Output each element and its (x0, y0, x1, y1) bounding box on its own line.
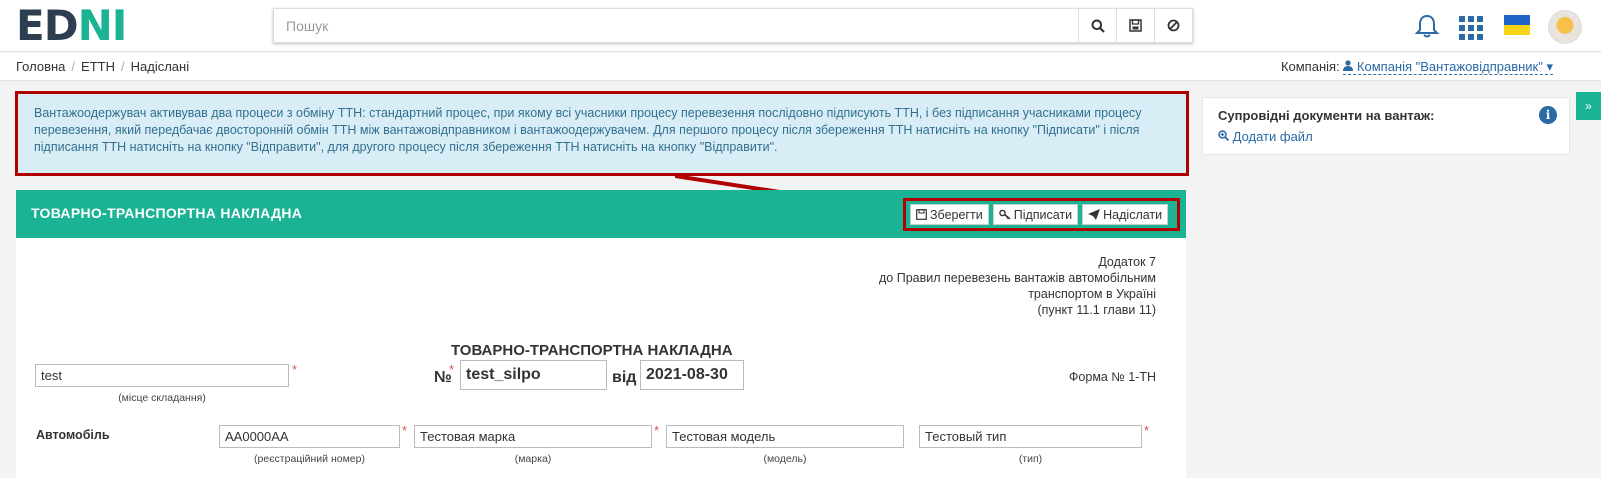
document-panel: ТОВАРНО-ТРАНСПОРТНА НАКЛАДНА Зберегти Пі… (16, 190, 1186, 478)
avatar[interactable] (1548, 10, 1582, 44)
document-body: Додаток 7 до Правил перевезень вантажів … (16, 238, 1186, 478)
vehicle-model-caption: (модель) (763, 453, 807, 465)
breadcrumb-home[interactable]: Головна (16, 59, 65, 74)
accompanying-docs-card: Супровідні документи на вантаж: Додати ф… (1202, 97, 1570, 155)
edin-logo[interactable]: EDNI (16, 5, 127, 47)
save-search-button[interactable] (1116, 9, 1154, 42)
side-panel-toggle[interactable]: » (1576, 92, 1601, 120)
form-number: Форма № 1-ТН (1068, 370, 1156, 384)
place-input[interactable]: test (35, 364, 289, 387)
vehicle-brand-caption: (марка) (514, 453, 552, 465)
breadcrumb: Головна / ЕТТН / Надіслані (16, 59, 190, 74)
vehicle-reg-caption: (реєстраційний номер) (254, 453, 365, 465)
number-input[interactable]: test_silpo (460, 360, 607, 390)
breadcrumb-ettn[interactable]: ЕТТН (81, 59, 115, 74)
zoom-in-icon (1218, 130, 1230, 142)
send-button[interactable]: Надіслати (1082, 204, 1169, 225)
paper-plane-icon (1088, 209, 1101, 220)
save-icon (1129, 19, 1142, 32)
required-mark: * (654, 423, 660, 438)
breadcrumb-bar: Головна / ЕТТН / Надіслані Компанія: Компані… (0, 53, 1601, 81)
caret-down-icon: ▾ (1546, 59, 1553, 74)
add-file-link[interactable]: Додати файл (1218, 129, 1313, 144)
date-label: від (612, 369, 637, 386)
required-mark: * (402, 423, 408, 438)
search-button[interactable] (1078, 9, 1116, 42)
search-input[interactable] (274, 9, 1078, 42)
ban-icon (1167, 19, 1180, 32)
accompanying-docs-title: Супровідні документи на вантаж: (1218, 108, 1435, 123)
vehicle-type-caption: (тип) (1018, 453, 1043, 465)
vehicle-type-input[interactable]: Тестовый тип (919, 425, 1142, 448)
annex-note: Додаток 7 до Правил перевезень вантажів … (879, 255, 1156, 317)
place-caption: (місце складання) (118, 392, 206, 404)
sign-button[interactable]: Підписати (992, 204, 1079, 225)
required-mark: * (292, 362, 298, 377)
search-icon (1091, 19, 1105, 33)
company-selector: Компанія: Компанія "Вантажовідправник" ▾ (1281, 59, 1553, 75)
date-input[interactable]: 2021-08-30 (640, 360, 744, 390)
save-button[interactable]: Зберегти (910, 204, 989, 225)
user-icon (1343, 60, 1354, 71)
document-header-title: ТОВАРНО-ТРАНСПОРТНА НАКЛАДНА (31, 205, 303, 221)
apps-grid-icon[interactable] (1459, 16, 1483, 40)
required-mark: * (449, 362, 455, 377)
company-dropdown[interactable]: Компанія "Вантажовідправник" ▾ (1343, 59, 1553, 75)
vehicle-label: Автомобіль (36, 428, 110, 442)
ukraine-flag-icon[interactable] (1504, 15, 1530, 35)
key-icon (998, 209, 1011, 220)
vehicle-model-input[interactable]: Тестовая модель (666, 425, 904, 448)
save-icon (916, 209, 927, 220)
process-info-alert: Вантажоодержувач активував два процеси з… (15, 91, 1189, 176)
document-header: ТОВАРНО-ТРАНСПОРТНА НАКЛАДНА Зберегти Пі… (16, 190, 1186, 238)
breadcrumb-sent: Надіслані (130, 59, 190, 74)
clear-search-button[interactable] (1154, 9, 1192, 42)
info-icon[interactable]: i (1539, 106, 1557, 124)
required-mark: * (1144, 423, 1150, 438)
action-buttons-group: Зберегти Підписати Надіслати (903, 198, 1180, 231)
vehicle-reg-input[interactable]: AA0000AA (219, 425, 400, 448)
search-bar (273, 8, 1193, 43)
document-title: ТОВАРНО-ТРАНСПОРТНА НАКЛАДНА (451, 342, 733, 359)
vehicle-brand-input[interactable]: Тестовая марка (414, 425, 652, 448)
company-label: Компанія: (1280, 59, 1340, 74)
top-navbar: EDNI (0, 0, 1601, 52)
bell-icon[interactable] (1414, 13, 1440, 39)
